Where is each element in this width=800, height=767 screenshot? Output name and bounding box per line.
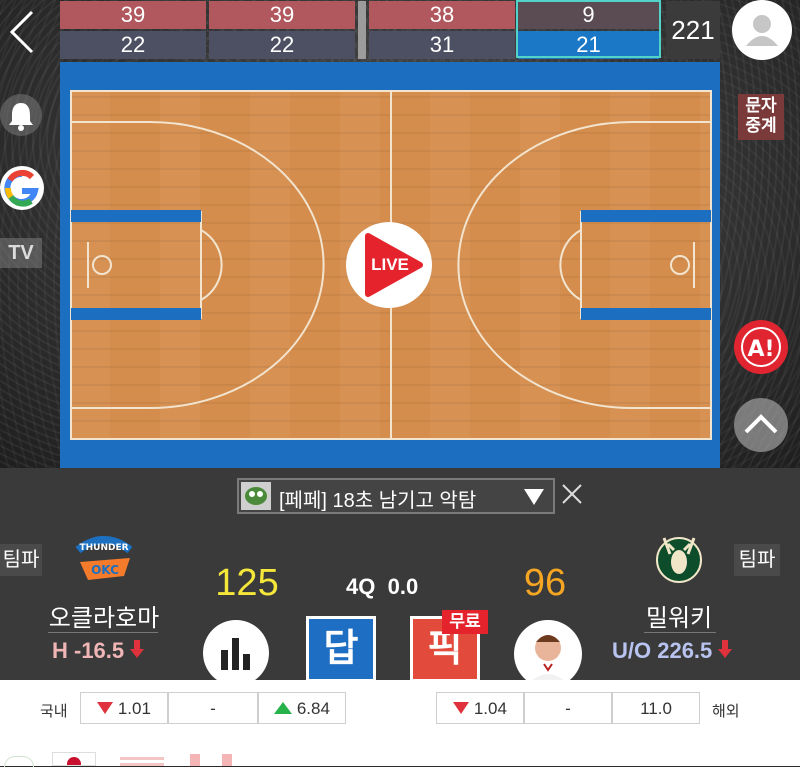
tv-button[interactable]: TV <box>0 238 42 268</box>
arrow-down-icon <box>718 640 733 658</box>
bar-chart-icon <box>221 638 250 670</box>
halftime-divider <box>358 1 366 59</box>
text-relay-label-bottom: 중계 <box>745 116 777 135</box>
home-name-divider <box>48 632 158 633</box>
q2-away-score: 22 <box>209 31 355 59</box>
away-team-pick-label: 팀파 <box>738 549 776 571</box>
avatar[interactable] <box>732 0 792 60</box>
flag-korea-icon[interactable] <box>52 752 96 766</box>
globe-icon[interactable] <box>4 756 34 767</box>
q1-home-score: 39 <box>60 1 206 29</box>
domestic-draw-odds-value: - <box>210 699 216 718</box>
thunder-logo-abbr: OKC <box>91 563 119 577</box>
overseas-away-odds[interactable]: 11.0 <box>612 692 700 724</box>
domestic-draw-odds[interactable]: - <box>168 692 258 724</box>
home-handicap-value: H -16.5 <box>52 638 125 663</box>
home-team-pick-label: 팀파 <box>2 549 40 571</box>
thunder-logo-text: THUNDER <box>79 543 128 553</box>
current-quarter-highlight <box>516 0 661 58</box>
dropdown-triangle-icon <box>524 489 544 505</box>
chat-banner[interactable]: [페페] 18초 남기고 악탐 <box>237 478 555 514</box>
pick-button-label: 픽 <box>427 628 463 670</box>
free-badge: 무료 <box>442 610 488 634</box>
domestic-away-odds-value: 6.84 <box>296 699 330 718</box>
text-relay-button[interactable]: 문자 중계 <box>738 94 784 140</box>
user-icon <box>746 15 778 46</box>
google-button[interactable] <box>0 166 44 210</box>
player-avatar-button[interactable] <box>514 620 582 688</box>
away-over-under: U/O 226.5 <box>612 638 733 664</box>
quarter: 4Q <box>346 574 376 599</box>
overseas-away-odds-value: 11.0 <box>640 699 672 718</box>
google-icon <box>4 169 39 207</box>
triangle-down-icon <box>97 702 114 714</box>
home-score: 125 <box>215 562 279 604</box>
overseas-draw-odds-value: - <box>565 699 571 718</box>
domestic-home-odds[interactable]: 1.01 <box>80 692 168 724</box>
bell-icon <box>9 103 33 131</box>
away-over-under-value: U/O 226.5 <box>612 638 713 663</box>
pepe-avatar-icon <box>241 482 271 510</box>
q3-home-score: 38 <box>369 1 515 29</box>
overseas-home-odds[interactable]: 1.04 <box>436 692 524 724</box>
tv-label: TV <box>8 242 34 264</box>
player-portrait-icon <box>524 635 572 688</box>
arrow-down-icon <box>130 640 145 658</box>
alert-button[interactable]: A! <box>734 320 788 374</box>
flag-usa-icon[interactable] <box>120 754 164 766</box>
live-label: LIVE <box>371 255 409 274</box>
chat-banner-text: [페페] 18초 남기고 악탐 <box>279 490 477 512</box>
scroll-top-button[interactable] <box>734 398 788 452</box>
triangle-down-icon <box>453 702 470 714</box>
overseas-label: 해외 <box>712 703 740 720</box>
q2-home-score: 39 <box>209 1 355 29</box>
notification-button[interactable] <box>0 94 42 136</box>
game-clock: 0.0 <box>387 574 419 599</box>
home-team-pick-button[interactable]: 팀파 <box>0 544 42 576</box>
close-icon <box>562 484 582 504</box>
svg-text:A!: A! <box>747 337 774 362</box>
domestic-away-odds[interactable]: 6.84 <box>258 692 346 724</box>
away-score: 96 <box>523 562 567 604</box>
court-view: LIVE <box>60 62 720 468</box>
triangle-up-icon <box>274 702 293 714</box>
bucks-logo-icon <box>656 537 702 583</box>
q1-away-score: 22 <box>60 31 206 59</box>
thunder-logo-icon: THUNDER OKC <box>75 536 133 580</box>
away-team-pick-button[interactable]: 팀파 <box>734 544 780 576</box>
away-name-divider <box>644 632 716 633</box>
answer-button-label: 답 <box>323 628 359 670</box>
domestic-label: 국내 <box>40 703 68 720</box>
scoreboard: 39 39 38 9 22 22 31 21 <box>60 0 664 60</box>
total-score: 221 <box>666 1 720 59</box>
stats-button[interactable] <box>203 620 269 686</box>
alert-a-icon: A! <box>741 327 781 367</box>
text-relay-label-top: 문자 <box>745 96 777 115</box>
overseas-draw-odds[interactable]: - <box>524 692 612 724</box>
back-button[interactable] <box>4 8 40 56</box>
game-status: 4Q 0.0 <box>346 574 438 600</box>
q3-away-score: 31 <box>369 31 515 59</box>
home-handicap: H -16.5 <box>52 638 145 664</box>
away-team-name: 밀워키 <box>645 605 713 632</box>
flag-canada-icon[interactable] <box>190 754 232 766</box>
free-badge-label: 무료 <box>449 612 481 631</box>
answer-button[interactable]: 답 <box>306 616 376 682</box>
domestic-home-odds-value: 1.01 <box>117 699 151 718</box>
chevron-left-icon <box>9 10 34 54</box>
close-banner-button[interactable] <box>560 482 584 506</box>
overseas-home-odds-value: 1.04 <box>473 699 507 718</box>
live-play-button[interactable]: LIVE <box>346 222 432 308</box>
home-team-name: 오클라호마 <box>48 605 160 632</box>
chevron-up-icon <box>744 414 778 434</box>
